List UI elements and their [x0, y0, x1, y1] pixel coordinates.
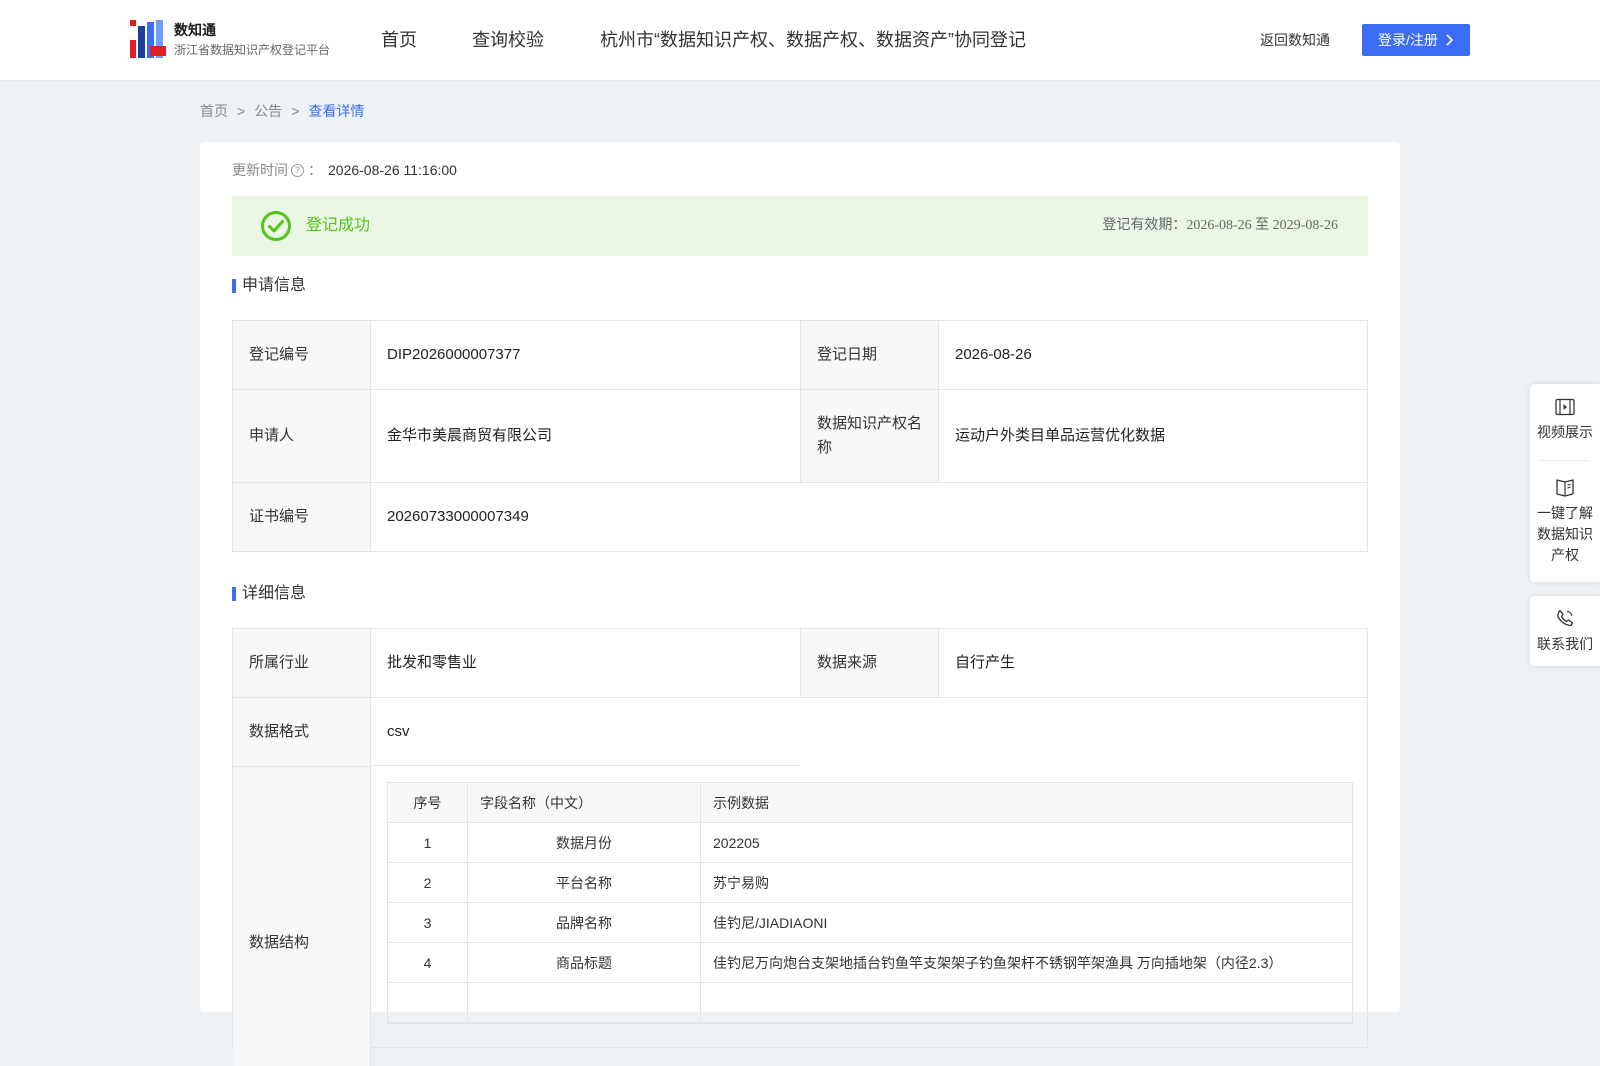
- login-register-button[interactable]: 登录/注册: [1362, 24, 1470, 56]
- validity-period: 登记有效期：2026-08-26 至 2029-08-26: [1102, 218, 1338, 233]
- label-structure: 数据结构: [249, 934, 310, 951]
- label-cert-no: 证书编号: [233, 483, 371, 551]
- nav-query-verify[interactable]: 查询校验: [472, 27, 544, 53]
- nav-hangzhou-registration[interactable]: 杭州市“数据知识产权、数据产权、数据资产”协同登记: [600, 27, 1026, 53]
- structure-table-header: 序号 字段名称（中文） 示例数据: [388, 783, 1352, 823]
- table-row: 申请人 金华市美晨商贸有限公司 数据知识产权名称 运动户外类目单品运营优化数据: [233, 390, 1367, 483]
- apply-info-table: 登记编号 DIP2026000007377 登记日期 2026-08-26 申请…: [232, 320, 1368, 552]
- value-reg-date: 2026-08-26: [955, 346, 1032, 363]
- float-panel-contact: 联系我们: [1530, 596, 1600, 666]
- value-reg-no: DIP2026000007377: [371, 321, 801, 389]
- table-row: 1 数据月份 202205: [388, 823, 1352, 863]
- structure-table: 序号 字段名称（中文） 示例数据 1 数据月份 202205 2 平台名称 苏宁…: [387, 782, 1353, 1024]
- header-field-name: 字段名称（中文）: [468, 783, 701, 822]
- table-row: 登记编号 DIP2026000007377 登记日期 2026-08-26: [233, 321, 1367, 390]
- table-row: 数据格式 csv: [233, 698, 1367, 766]
- breadcrumb-separator: >: [237, 103, 246, 119]
- header-sample: 示例数据: [713, 794, 769, 811]
- check-circle-icon: [261, 211, 291, 241]
- table-row: 3 品牌名称 佳钓尼/JIADIAONI: [388, 903, 1352, 943]
- value-ip-name: 运动户外类目单品运营优化数据: [955, 427, 1166, 444]
- cell-sample: 佳钓尼/JIADIAONI: [713, 914, 828, 931]
- brand-name: 数知通: [174, 22, 216, 38]
- section-title-apply: 申请信息: [232, 276, 306, 296]
- breadcrumb: 首页 > 公告 > 查看详情: [200, 101, 364, 121]
- value-format: csv: [371, 698, 801, 766]
- cell-field-name: 品牌名称: [468, 903, 701, 942]
- contact-us-label: 联系我们: [1537, 636, 1593, 652]
- update-time-label: 更新时间: [232, 162, 288, 178]
- value-cert-no: 20260733000007349: [387, 508, 529, 525]
- learn-label-line2: 数据知识: [1537, 526, 1593, 542]
- value-industry: 批发和零售业: [371, 629, 801, 697]
- cell-field-name: 商品标题: [468, 943, 701, 982]
- label-format: 数据格式: [233, 698, 371, 766]
- table-row: 2 平台名称 苏宁易购: [388, 863, 1352, 903]
- cell-index: 4: [388, 943, 468, 982]
- main-nav: 首页 查询校验 杭州市“数据知识产权、数据产权、数据资产”协同登记: [381, 27, 1081, 53]
- label-industry: 所属行业: [233, 629, 371, 697]
- status-banner: 登记成功 登记有效期：2026-08-26 至 2029-08-26: [232, 196, 1368, 256]
- learn-label-line3: 产权: [1551, 547, 1579, 563]
- table-row: 证书编号 20260733000007349: [233, 483, 1367, 551]
- back-to-shuzhitong-link[interactable]: 返回数知通: [1260, 30, 1330, 50]
- question-icon[interactable]: ?: [291, 163, 304, 177]
- label-source: 数据来源: [801, 629, 939, 697]
- value-applicant: 金华市美晨商贸有限公司: [371, 390, 801, 482]
- cell-sample: 202205: [713, 834, 760, 851]
- structure-value-cell: 序号 字段名称（中文） 示例数据 1 数据月份 202205 2 平台名称 苏宁…: [371, 766, 1367, 1066]
- structure-label-cell: 数据结构: [233, 766, 371, 1066]
- learn-label-line1: 一键了解: [1537, 505, 1593, 521]
- table-row: 4 商品标题 佳钓尼万向炮台支架地插台钓鱼竿支架架子钓鱼架杆不锈钢竿架渔具 万向…: [388, 943, 1352, 983]
- breadcrumb-current: 查看详情: [308, 103, 365, 119]
- breadcrumb-notice[interactable]: 公告: [254, 103, 282, 119]
- brand-logo[interactable]: 数知通 浙江省数据知识产权登记平台: [130, 20, 330, 59]
- update-time: 更新时间 ? ： 2026-08-26 11:16:00: [232, 160, 457, 180]
- label-applicant: 申请人: [233, 390, 371, 482]
- cell-index: 1: [388, 823, 468, 862]
- detail-info-table: 所属行业 批发和零售业 数据来源 自行产生 数据格式 csv 数据结构 序号 字…: [232, 628, 1368, 1066]
- value-source: 自行产生: [955, 654, 1016, 671]
- contact-us-button[interactable]: 联系我们: [1530, 596, 1600, 655]
- breadcrumb-home[interactable]: 首页: [200, 103, 228, 119]
- chevron-right-icon: [1446, 34, 1454, 46]
- cell-field-name: 平台名称: [468, 863, 701, 902]
- login-register-label: 登录/注册: [1378, 32, 1438, 48]
- label-reg-date: 登记日期: [801, 321, 939, 389]
- header-index: 序号: [388, 783, 468, 822]
- cell-index: 2: [388, 863, 468, 902]
- cell-sample: 佳钓尼万向炮台支架地插台钓鱼竿支架架子钓鱼架杆不锈钢竿架渔具 万向插地架（内径2…: [713, 954, 1283, 971]
- nav-home[interactable]: 首页: [381, 27, 417, 53]
- logo-mark-icon: [130, 20, 166, 58]
- video-showcase-label: 视频展示: [1537, 424, 1593, 440]
- top-header: 数知通 浙江省数据知识产权登记平台 首页 查询校验 杭州市“数据知识产权、数据产…: [0, 0, 1600, 81]
- section-title-detail: 详细信息: [232, 584, 306, 604]
- brand-subtitle: 浙江省数据知识产权登记平台: [174, 43, 331, 57]
- table-row: [388, 983, 1352, 1023]
- book-icon: [1556, 479, 1574, 497]
- table-row: 所属行业 批发和零售业 数据来源 自行产生: [233, 629, 1367, 698]
- phone-icon: [1557, 609, 1574, 627]
- video-showcase-button[interactable]: 视频展示: [1530, 384, 1600, 460]
- breadcrumb-separator: >: [291, 103, 300, 119]
- status-text: 登记成功: [306, 217, 371, 234]
- label-ip-name: 数据知识产权名称: [801, 390, 939, 482]
- update-time-colon: ：: [308, 162, 322, 178]
- label-reg-no: 登记编号: [233, 321, 371, 389]
- cell-index: 3: [388, 903, 468, 942]
- update-time-value: 2026-08-26 11:16:00: [328, 162, 457, 178]
- cell-field-name: 数据月份: [468, 823, 701, 862]
- detail-card: 更新时间 ? ： 2026-08-26 11:16:00 登记成功 登记有效期：…: [200, 142, 1400, 1066]
- float-panel-help: 视频展示 一键了解 数据知识 产权: [1530, 384, 1600, 582]
- video-icon: [1555, 398, 1575, 416]
- cell-sample: 苏宁易购: [713, 874, 769, 891]
- learn-data-ip-button[interactable]: 一键了解 数据知识 产权: [1530, 461, 1600, 566]
